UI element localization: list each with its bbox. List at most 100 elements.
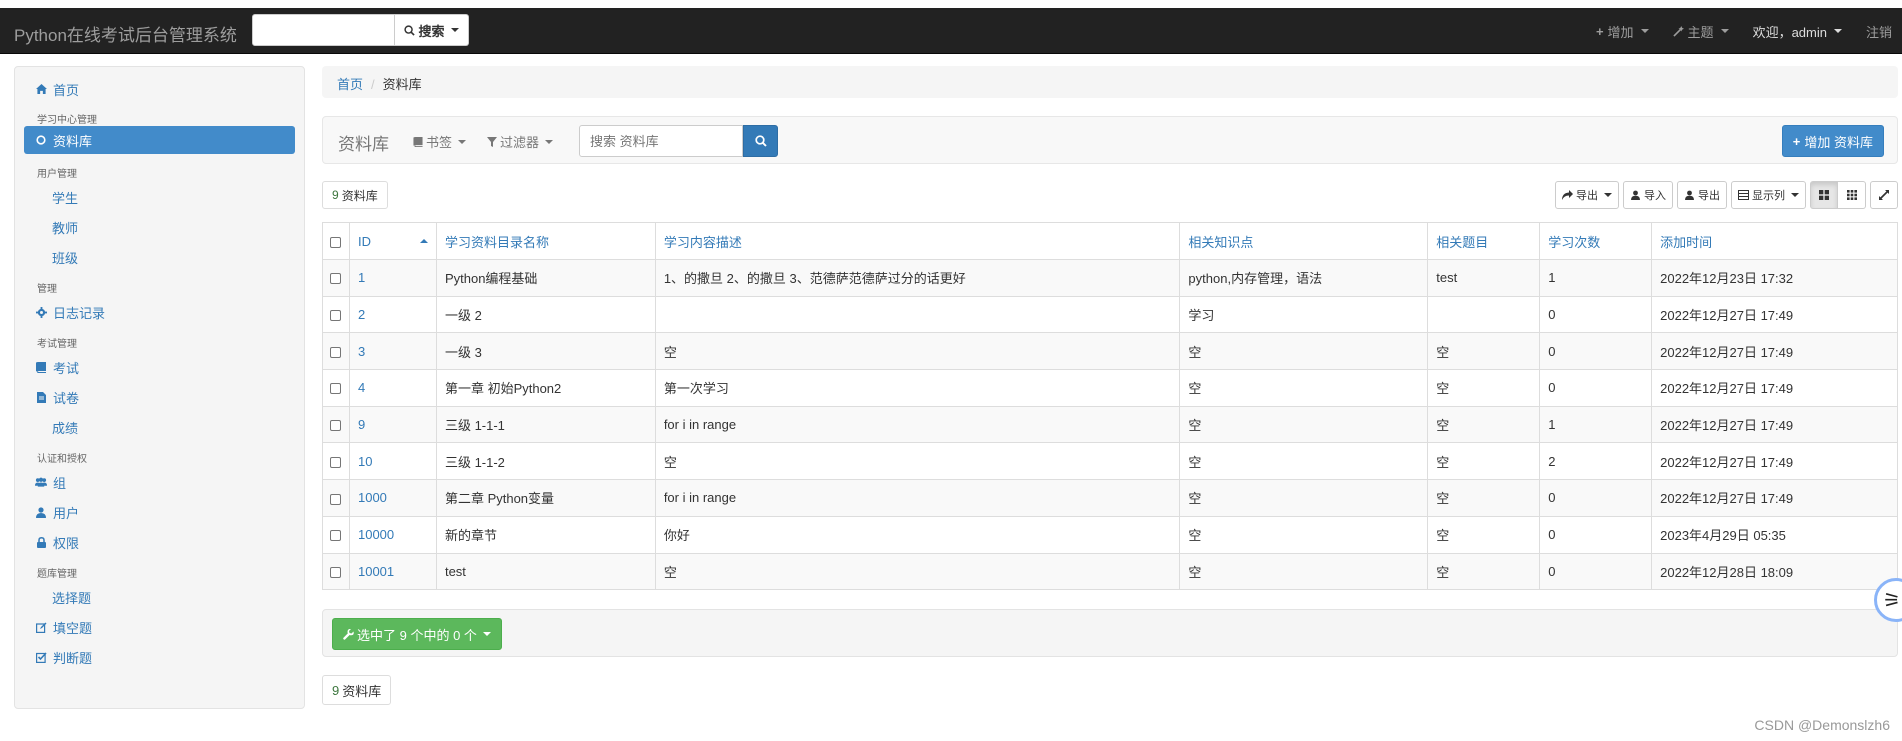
import-icon — [1631, 190, 1640, 200]
circle-icon — [35, 135, 47, 145]
sidebar-section-header: 题库管理 — [37, 568, 77, 580]
row-checkbox[interactable] — [330, 273, 342, 285]
sidebar-item-judge-questions[interactable]: 判断题 — [24, 643, 295, 671]
sidebar-item-label: 填空题 — [53, 620, 93, 636]
row-checkbox[interactable] — [330, 493, 342, 505]
cell-name: 一级 3 — [435, 332, 656, 371]
export-menu-button[interactable]: 导出 — [1555, 181, 1619, 209]
results-table: ID 学习资料目录名称 学习内容描述 相关知识点 相关题目 学习次数 添加时间 … — [322, 222, 1898, 591]
row-id-link[interactable]: 10000 — [358, 527, 394, 542]
sidebar-item-choice-questions[interactable]: 选择题 — [24, 583, 295, 611]
row-checkbox[interactable] — [330, 566, 342, 578]
sidebar-item-groups[interactable]: 组 — [24, 468, 295, 496]
sidebar-item-students[interactable]: 学生 — [24, 183, 295, 211]
model-search — [579, 125, 778, 157]
sidebar-item-label: 判断题 — [53, 650, 93, 666]
export-button[interactable]: 导出 — [1677, 181, 1727, 209]
top-navbar: Python在线考试后台管理系统 搜索 + 增加 主题 欢迎，admin 注销 — [0, 8, 1902, 54]
sidebar-item-classes[interactable]: 班级 — [24, 243, 295, 271]
row-checkbox[interactable] — [330, 310, 342, 322]
cell-name: 三级 1-1-2 — [435, 442, 656, 481]
model-search-button[interactable] — [743, 125, 778, 157]
grid-small-view-button[interactable] — [1838, 181, 1866, 209]
sidebar-item-home[interactable]: 首页 — [24, 75, 295, 103]
filters-label: 过滤器 — [500, 135, 540, 150]
breadcrumb-home-link[interactable]: 首页 — [337, 77, 363, 92]
row-checkbox[interactable] — [330, 383, 342, 395]
add-menu[interactable]: + 增加 — [1584, 22, 1661, 41]
th-large-icon — [1819, 190, 1829, 200]
import-button[interactable]: 导入 — [1623, 181, 1673, 209]
columns-menu-button[interactable]: 显示列 — [1731, 181, 1806, 209]
user-menu[interactable]: 欢迎，admin — [1741, 22, 1854, 41]
select-all-checkbox[interactable] — [330, 236, 342, 248]
row-checkbox[interactable] — [330, 420, 342, 432]
cell-added-time: 2022年12月28日 18:09 — [1651, 552, 1898, 591]
filters-menu[interactable]: 过滤器 — [487, 132, 554, 151]
sidebar-item-exams[interactable]: 考试 — [24, 353, 295, 381]
row-id-link[interactable]: 9 — [358, 417, 365, 432]
grid-large-view-button[interactable] — [1810, 181, 1838, 209]
table-row: 2 一级 2 学习 0 2022年12月27日 17:49 — [322, 295, 1898, 334]
cell-knowledge: 空 — [1179, 515, 1429, 554]
row-checkbox[interactable] — [330, 346, 342, 358]
column-header-description[interactable]: 学习内容描述 — [654, 222, 1181, 260]
navbar-right-menu: + 增加 主题 欢迎，admin 注销 — [1584, 8, 1902, 54]
global-search-input[interactable] — [252, 14, 395, 46]
sidebar-item-scores[interactable]: 成绩 — [24, 413, 295, 441]
row-id-link[interactable]: 1000 — [358, 490, 387, 505]
table-row: 10001 test 空 空 空 0 2022年12月28日 18:09 — [322, 552, 1898, 591]
column-header-questions[interactable]: 相关题目 — [1427, 222, 1541, 260]
plus-icon: + — [1792, 133, 1801, 149]
cell-id: 4 — [348, 369, 437, 407]
theme-menu-label: 主题 — [1687, 24, 1714, 40]
column-header-name[interactable]: 学习资料目录名称 — [435, 222, 656, 260]
column-header-label: ID — [357, 233, 371, 249]
row-id-link[interactable]: 1 — [358, 270, 365, 285]
logout-link[interactable]: 注销 — [1854, 22, 1902, 41]
caret-down-icon — [1720, 29, 1729, 33]
sidebar-item-permissions[interactable]: 权限 — [24, 528, 295, 556]
column-header-knowledge[interactable]: 相关知识点 — [1179, 222, 1429, 260]
cell-name: Python编程基础 — [435, 259, 656, 297]
theme-menu[interactable]: 主题 — [1661, 22, 1741, 41]
cell-questions: test — [1427, 259, 1541, 297]
model-search-input[interactable] — [579, 125, 743, 157]
caret-down-icon — [1791, 193, 1799, 197]
bulk-action-button[interactable]: 选中了 9 个中的 0 个 — [332, 618, 502, 650]
column-header-added-time[interactable]: 添加时间 — [1651, 222, 1898, 260]
row-id-link[interactable]: 10 — [358, 454, 372, 469]
sidebar-item-label: 选择题 — [52, 590, 92, 606]
row-checkbox[interactable] — [330, 530, 342, 542]
sidebar-item-teachers[interactable]: 教师 — [24, 213, 295, 241]
cell-id: 1 — [348, 259, 437, 297]
sidebar-item-papers[interactable]: 试卷 — [24, 383, 295, 411]
sidebar-item-logs[interactable]: 日志记录 — [24, 298, 295, 326]
sidebar-item-label: 班级 — [52, 250, 79, 266]
search-icon — [404, 24, 416, 36]
add-record-button[interactable]: + 增加 资料库 — [1781, 125, 1884, 157]
cell-name: 第二章 Python变量 — [435, 479, 656, 517]
global-search-button[interactable]: 搜索 — [395, 14, 469, 46]
sidebar-item-fill-questions[interactable]: 填空题 — [24, 613, 295, 641]
table-header-row: ID 学习资料目录名称 学习内容描述 相关知识点 相关题目 学习次数 添加时间 — [322, 222, 1898, 260]
row-checkbox[interactable] — [330, 456, 342, 468]
bookmarks-menu[interactable]: 书签 — [413, 132, 467, 151]
cell-name: 第一章 初始Python2 — [435, 369, 656, 407]
row-id-link[interactable]: 3 — [358, 344, 365, 359]
row-id-link[interactable]: 4 — [358, 380, 365, 395]
app-brand[interactable]: Python在线考试后台管理系统 — [14, 21, 237, 46]
record-count-label: 资料库 — [342, 683, 382, 699]
fullscreen-button[interactable] — [1870, 181, 1898, 209]
sidebar-item-library[interactable]: 资料库 — [24, 126, 295, 154]
cell-id: 10000 — [348, 515, 437, 554]
sidebar-item-users[interactable]: 用户 — [24, 498, 295, 526]
column-header-study-count[interactable]: 学习次数 — [1539, 222, 1653, 260]
row-id-link[interactable]: 10001 — [358, 564, 394, 579]
cell-questions: 空 — [1427, 442, 1541, 481]
row-select-cell — [322, 479, 350, 517]
record-count-badge: 9 资料库 — [322, 181, 388, 209]
row-id-link[interactable]: 2 — [358, 307, 365, 322]
table-row: 1000 第二章 Python变量 for i in range 空 空 0 2… — [322, 479, 1898, 517]
column-header-id[interactable]: ID — [348, 222, 437, 260]
